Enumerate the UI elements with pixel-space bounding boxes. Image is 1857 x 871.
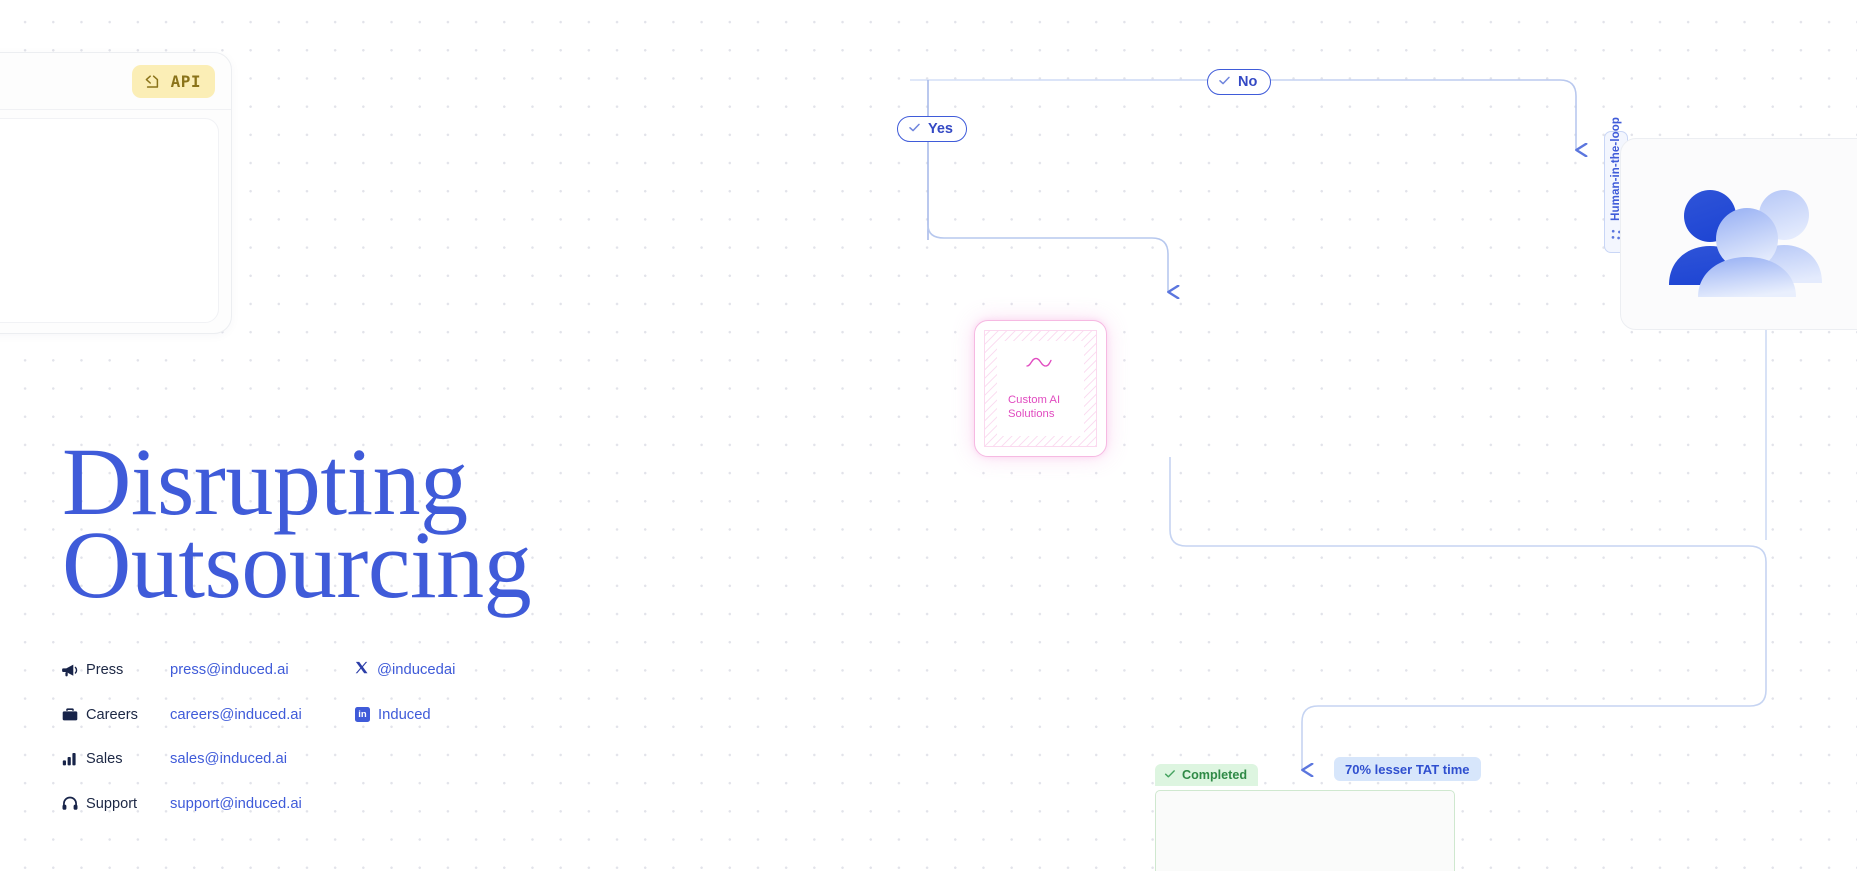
contact-list: Press press@induced.ai @inducedai Career… — [62, 648, 582, 826]
page-title-line-2: Outsourcing — [62, 511, 532, 618]
page-title: Disrupting Outsourcing — [62, 434, 582, 613]
code-card-header: API — [0, 53, 231, 110]
code-block: : "browse_132n1", rowser" eventType":"se… — [0, 118, 219, 323]
canvas-stage: API : "browse_132n1", rowser" eventType"… — [0, 0, 1857, 871]
check-icon — [1218, 74, 1231, 91]
contact-email-link[interactable]: press@induced.ai — [170, 662, 355, 678]
contact-row-press: Press press@induced.ai @inducedai — [62, 648, 582, 693]
contact-email-link[interactable]: sales@induced.ai — [170, 751, 355, 767]
contact-email-link[interactable]: support@induced.ai — [170, 796, 355, 812]
code-line: eventType":"ser", — [0, 208, 218, 232]
api-badge[interactable]: API — [131, 64, 215, 98]
custom-ai-solutions-label: Custom AI Solutions — [1008, 394, 1061, 420]
status-badge-completed[interactable]: Completed — [1155, 764, 1259, 786]
code-line: "READY" — [0, 232, 218, 256]
check-icon — [1164, 768, 1176, 783]
people-group-icon — [1657, 167, 1837, 297]
ai-node-inner: Custom AI Solutions — [997, 341, 1084, 436]
decision-pill-yes-label: Yes — [928, 120, 953, 137]
contact-label: Sales — [86, 751, 123, 768]
contact-row-support: Support support@induced.ai — [62, 782, 582, 827]
social-link-x[interactable]: @inducedai — [355, 661, 455, 679]
social-label: @inducedai — [377, 662, 456, 679]
code-line: : "browse_132n1", — [0, 161, 218, 185]
wave-icon — [1026, 356, 1052, 374]
linkedin-icon: in — [355, 707, 370, 723]
code-preview-card: API : "browse_132n1", rowser" eventType"… — [0, 52, 232, 334]
contact-label: Support — [86, 795, 138, 812]
metric-badge-tat-label: 70% lesser TAT time — [1345, 761, 1470, 777]
social-link-linkedin[interactable]: in Induced — [355, 707, 431, 723]
contact-row-sales: Sales sales@induced.ai — [62, 737, 582, 782]
contact-label: Careers — [86, 706, 138, 723]
decision-pill-no[interactable]: No — [1207, 69, 1272, 95]
code-line: rowser" — [0, 185, 218, 209]
status-badge-completed-label: Completed — [1182, 767, 1248, 782]
briefcase-icon — [62, 707, 86, 722]
code-line: rl" : — [0, 255, 218, 279]
completed-card — [1155, 790, 1455, 871]
headset-icon — [62, 796, 86, 811]
megaphone-icon — [62, 663, 86, 678]
code-brackets-icon — [143, 73, 162, 90]
bar-chart-icon — [62, 752, 86, 766]
x-twitter-icon — [355, 661, 369, 679]
api-badge-label: API — [170, 71, 201, 91]
decision-pill-no-label: No — [1238, 73, 1258, 90]
custom-ai-solutions-node[interactable]: Custom AI Solutions — [974, 320, 1107, 457]
decision-pill-yes[interactable]: Yes — [897, 116, 967, 142]
metric-badge-tat: 70% lesser TAT time — [1334, 757, 1481, 781]
contact-label: Press — [86, 662, 124, 679]
check-icon — [908, 121, 921, 138]
human-reviewers-card — [1620, 138, 1857, 330]
contact-email-link[interactable]: careers@induced.ai — [170, 707, 355, 723]
contact-row-careers: Careers careers@induced.ai in Induced — [62, 693, 582, 738]
social-label: Induced — [378, 706, 431, 723]
